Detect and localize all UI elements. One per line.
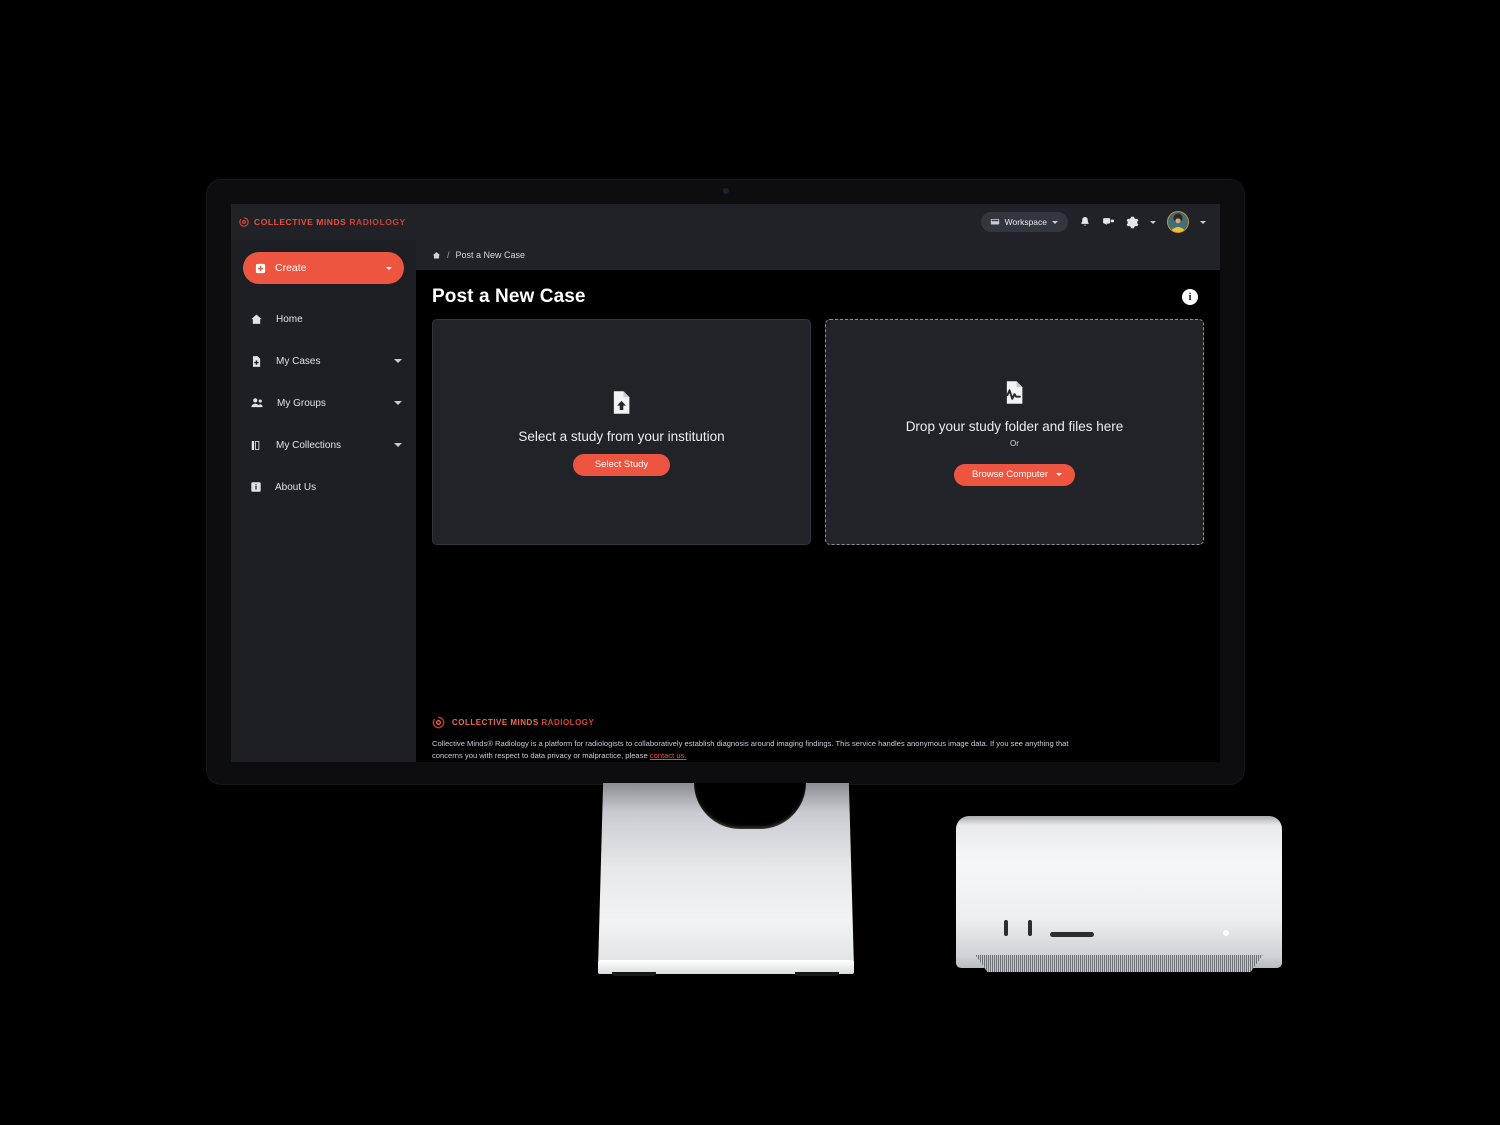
or-separator-label: Or xyxy=(1010,438,1019,448)
footer-disclaimer: Collective Minds® Radiology is a platfor… xyxy=(432,738,1092,762)
file-waveform-icon xyxy=(1001,379,1028,406)
main-content: / Post a New Case Post a New Case i Sele… xyxy=(416,240,1220,762)
home-icon[interactable] xyxy=(432,251,441,260)
case-file-icon xyxy=(250,355,263,368)
footer-logo-text: COLLECTIVE MINDS RADIOLOGY xyxy=(452,718,595,728)
bell-icon[interactable] xyxy=(1079,216,1091,228)
usb-c-port-left xyxy=(1004,920,1008,936)
chevron-down-icon xyxy=(394,359,402,363)
drop-zone-card[interactable]: Drop your study folder and files here Or… xyxy=(825,319,1204,545)
sidebar-item-label: My Groups xyxy=(277,397,326,409)
breadcrumb-separator: / xyxy=(447,250,450,260)
collective-minds-logo-icon xyxy=(432,716,445,729)
footer: COLLECTIVE MINDS RADIOLOGY Collective Mi… xyxy=(416,716,1220,762)
collections-icon xyxy=(250,439,263,452)
sidebar-item-label: Home xyxy=(276,313,303,325)
display-stand-pad-right xyxy=(795,972,839,976)
mac-studio-vent xyxy=(975,955,1263,972)
footer-disclaimer-text: Collective Minds® Radiology is a platfor… xyxy=(432,739,1069,761)
sidebar-item-label: About Us xyxy=(275,481,317,493)
app-logo[interactable]: COLLECTIVE MINDS RADIOLOGY xyxy=(239,217,406,227)
gear-icon[interactable] xyxy=(1126,216,1139,229)
select-study-button-label: Select Study xyxy=(594,459,649,470)
sidebar: Create Home My Cases My Groups My Collec… xyxy=(231,240,416,762)
chevron-down-icon xyxy=(394,401,402,405)
contact-us-link[interactable]: contact us. xyxy=(650,751,687,760)
browse-computer-button[interactable]: Browse Computer xyxy=(953,463,1076,486)
sidebar-item-my-collections[interactable]: My Collections xyxy=(231,424,416,466)
power-led-icon xyxy=(1223,930,1229,936)
sidebar-item-my-groups[interactable]: My Groups xyxy=(231,382,416,424)
file-upload-icon xyxy=(608,389,635,416)
page-title: Post a New Case xyxy=(432,286,586,307)
avatar[interactable] xyxy=(1167,211,1189,233)
page-header: Post a New Case i xyxy=(416,270,1220,319)
settings-chevron-down-icon[interactable] xyxy=(1150,220,1156,224)
plus-square-icon xyxy=(255,263,266,274)
top-bar-actions: Workspace xyxy=(980,211,1206,233)
browse-computer-button-label: Browse Computer xyxy=(971,469,1049,480)
people-icon xyxy=(250,396,264,410)
account-chevron-down-icon[interactable] xyxy=(1200,220,1206,224)
display-bezel: COLLECTIVE MINDS RADIOLOGY Workspace Cre… xyxy=(207,180,1244,784)
chevron-down-icon xyxy=(1056,473,1063,476)
sd-card-slot xyxy=(1050,932,1094,937)
home-icon xyxy=(250,313,263,326)
display-stand-pad-left xyxy=(612,972,656,976)
collective-minds-logo-icon xyxy=(239,217,249,227)
select-study-label: Select a study from your institution xyxy=(518,428,725,444)
workspace-label: Workspace xyxy=(1004,217,1047,227)
sidebar-item-label: My Collections xyxy=(276,439,342,451)
create-button[interactable]: Create xyxy=(243,252,404,284)
app-body: Create Home My Cases My Groups My Collec… xyxy=(231,240,1220,762)
chevron-down-icon xyxy=(386,266,392,270)
footer-logo: COLLECTIVE MINDS RADIOLOGY xyxy=(432,716,1204,729)
mac-studio-body xyxy=(956,816,1282,968)
app-logo-text: COLLECTIVE MINDS RADIOLOGY xyxy=(254,217,406,227)
top-bar: COLLECTIVE MINDS RADIOLOGY Workspace xyxy=(231,204,1220,240)
info-icon[interactable]: i xyxy=(1182,289,1198,305)
upload-options: Select a study from your institution Sel… xyxy=(416,319,1220,545)
drop-zone-label: Drop your study folder and files here xyxy=(905,418,1124,434)
breadcrumb-current: Post a New Case xyxy=(455,250,526,260)
breadcrumb: / Post a New Case xyxy=(416,240,1220,270)
chevron-down-icon xyxy=(1052,220,1058,224)
workspace-selector[interactable]: Workspace xyxy=(980,212,1068,232)
info-square-icon xyxy=(250,481,262,493)
chevron-down-icon xyxy=(394,443,402,447)
sidebar-item-home[interactable]: Home xyxy=(231,298,416,340)
sidebar-item-my-cases[interactable]: My Cases xyxy=(231,340,416,382)
usb-c-port-right xyxy=(1028,920,1032,936)
display-screen: COLLECTIVE MINDS RADIOLOGY Workspace Cre… xyxy=(231,204,1220,762)
chat-icon[interactable] xyxy=(1102,216,1115,229)
select-study-card[interactable]: Select a study from your institution Sel… xyxy=(432,319,811,545)
create-button-label: Create xyxy=(275,262,307,274)
workspace-icon xyxy=(990,217,1000,227)
app-window: COLLECTIVE MINDS RADIOLOGY Workspace Cre… xyxy=(231,204,1220,762)
select-study-button[interactable]: Select Study xyxy=(572,453,671,476)
webcam-icon xyxy=(722,188,729,194)
scene: COLLECTIVE MINDS RADIOLOGY Workspace Cre… xyxy=(0,0,1500,1125)
sidebar-item-about-us[interactable]: About Us xyxy=(231,466,416,508)
sidebar-item-label: My Cases xyxy=(276,355,321,367)
